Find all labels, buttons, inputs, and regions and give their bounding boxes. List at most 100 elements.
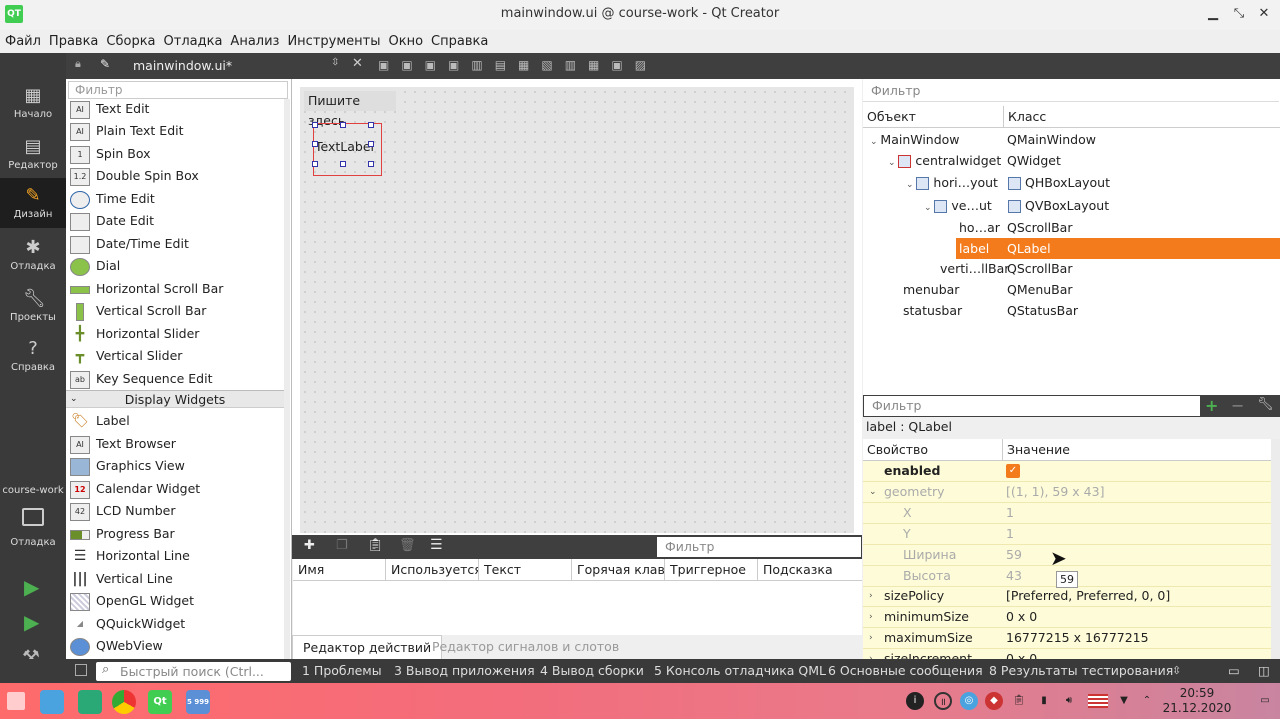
widget-item[interactable]: ☰ Horizontal Line [68, 545, 288, 567]
widget-item[interactable]: Horizontal Scroll Bar [68, 278, 288, 300]
menu-build[interactable]: Сборка [101, 31, 158, 53]
tab-action-editor[interactable]: Редактор действий [292, 635, 443, 659]
restore-icon[interactable]: ⤡ [1231, 6, 1247, 22]
property-row-y[interactable]: Y1 [863, 524, 1271, 545]
form-menu-placeholder[interactable]: Пишите здесь [304, 91, 396, 128]
show-desktop-icon[interactable]: ▭ [1256, 692, 1274, 710]
property-row-minimumsize[interactable]: › minimumSize 0 x 0 [863, 607, 1271, 628]
paste-icon[interactable]: 📋︎ [367, 538, 384, 553]
mode-debug[interactable]: ✱ Отладка [0, 230, 66, 280]
battery-icon[interactable]: ▮ [1035, 692, 1053, 710]
property-row-geometry[interactable]: ⌄ geometry [(1, 1), 59 x 43] [863, 482, 1271, 503]
column-text[interactable]: Текст [479, 559, 572, 580]
property-row-width[interactable]: Ширина 59 [863, 545, 1271, 566]
widget-item[interactable]: Graphics View [68, 455, 288, 477]
widget-item[interactable]: Time Edit [68, 188, 288, 210]
more-panes-icon[interactable]: ⇳ [1172, 659, 1181, 683]
toggle-sidebar-icon[interactable] [75, 664, 87, 676]
minimize-icon[interactable]: ▁ [1205, 6, 1221, 22]
resize-handle[interactable] [340, 122, 346, 128]
widget-item[interactable]: ◢ QQuickWidget [68, 613, 288, 635]
delete-icon[interactable]: 🗑︎ [399, 538, 416, 553]
configure-wrench-icon[interactable]: 🔧︎ [1257, 397, 1274, 412]
messenger-icon[interactable]: 5 999 [186, 690, 210, 714]
clock[interactable]: 20:59 21.12.2020 [1150, 686, 1244, 718]
locator-search-input[interactable]: Быстрый поиск (Ctrl... [96, 662, 291, 681]
tree-row[interactable]: ⌄ ve…ut [924, 195, 992, 216]
column-shortcut[interactable]: Горячая клавиша [572, 559, 665, 580]
mode-design[interactable]: ✎ Дизайн [0, 178, 66, 228]
widget-item[interactable]: 42 LCD Number [68, 500, 288, 522]
tray-notify-icon[interactable]: ◆ [985, 692, 1003, 710]
object-filter-input[interactable]: Фильтр [863, 80, 1279, 102]
tree-row[interactable]: ⌄ MainWindow [870, 129, 960, 150]
tray-info-icon[interactable]: i [906, 692, 924, 710]
file-manager-icon[interactable] [40, 690, 64, 714]
monitor-icon[interactable] [22, 508, 44, 526]
mode-edit[interactable]: ▤ Редактор [0, 129, 66, 179]
column-tooltip[interactable]: Подсказка [758, 559, 862, 580]
tree-row[interactable]: ho…ar [959, 217, 1000, 238]
widget-item[interactable]: Vertical Scroll Bar [68, 300, 288, 322]
property-row-x[interactable]: X1 [863, 503, 1271, 524]
remove-property-icon[interactable]: − [1231, 396, 1244, 415]
menu-window[interactable]: Окно [383, 31, 426, 53]
column-class[interactable]: Класс [1004, 106, 1280, 127]
output-toggle-icon[interactable]: ▭ [1228, 659, 1240, 683]
column-property[interactable]: Свойство [863, 439, 1003, 460]
pane-issues[interactable]: 1 Проблемы [302, 659, 382, 683]
layout-tools[interactable]: ▣▣▣▣▥▤▦▧▥▦▣▨ [378, 58, 678, 74]
widget-filter-input[interactable]: Фильтр [68, 81, 288, 99]
form-canvas[interactable] [300, 87, 854, 533]
widget-item[interactable]: 🏷︎ Label [68, 410, 288, 432]
property-row-maximumsize[interactable]: › maximumSize 16777215 x 16777215 [863, 628, 1271, 649]
widget-item[interactable]: QWebView [68, 635, 288, 657]
pane-compile-output[interactable]: 4 Вывод сборки [540, 659, 644, 683]
qt-creator-icon[interactable]: Qt [148, 690, 172, 714]
resize-handle[interactable] [368, 141, 374, 147]
action-table-body[interactable] [293, 581, 862, 635]
clipboard-icon[interactable]: 📋︎ [1010, 692, 1028, 710]
resize-handle[interactable] [312, 122, 318, 128]
tray-pause-icon[interactable]: ॥ [934, 692, 952, 710]
run-icon[interactable]: ▶ [24, 575, 39, 599]
category-display-widgets[interactable]: ⌄ Display Widgets [66, 390, 284, 408]
widget-item[interactable]: AI Text Browser [68, 433, 288, 455]
tree-row[interactable]: menubar [903, 279, 959, 300]
us-flag-icon[interactable] [1088, 694, 1108, 708]
widget-box-scrollbar[interactable] [284, 99, 290, 659]
widget-item[interactable]: ab Key Sequence Edit [68, 368, 288, 390]
property-row-enabled[interactable]: enabled ✓ [863, 461, 1271, 482]
tree-row[interactable]: verti…llBar [940, 258, 1009, 279]
taskbar-app-icon[interactable] [78, 690, 102, 714]
tray-network-icon[interactable]: ◎ [960, 692, 978, 710]
menu-analyze[interactable]: Анализ [225, 31, 282, 53]
property-row-sizeincrement[interactable]: › sizeIncrement 0 x 0 [863, 649, 1271, 659]
property-filter-input[interactable]: Фильтр [864, 396, 1200, 416]
close-icon[interactable]: ✕ [1256, 6, 1272, 22]
widget-item[interactable]: OpenGL Widget [68, 590, 288, 612]
app-menu-icon[interactable] [7, 692, 25, 710]
widget-item[interactable]: AI Text Edit [68, 98, 288, 120]
menu-help[interactable]: Справка [426, 31, 491, 53]
debug-run-icon[interactable]: ▶ [24, 610, 39, 634]
widget-item[interactable]: Dial [68, 255, 288, 277]
widget-item[interactable]: ||| Vertical Line [68, 568, 288, 590]
tree-row[interactable]: ⌄ hori…yout [906, 172, 998, 193]
chrome-icon[interactable] [112, 690, 136, 714]
widget-item[interactable]: 12 Calendar Widget [68, 478, 288, 500]
tree-row-selected[interactable]: label [959, 238, 989, 259]
action-filter-input[interactable]: Фильтр [657, 537, 861, 557]
combo-arrows-icon[interactable]: ⇳ [331, 57, 339, 68]
view-mode-icon[interactable]: ☰ [430, 537, 443, 553]
widget-item[interactable]: Date/Time Edit [68, 233, 288, 255]
column-name[interactable]: Имя [293, 559, 386, 580]
menu-edit[interactable]: Правка [44, 31, 101, 53]
tab-signal-slot-editor[interactable]: Редактор сигналов и слотов [422, 635, 629, 659]
widget-item[interactable]: ┳ Vertical Slider [68, 345, 288, 367]
menu-debug[interactable]: Отладка [159, 31, 226, 53]
close-document-icon[interactable]: ✕ [352, 56, 363, 71]
mode-help[interactable]: ? Справка [0, 331, 66, 381]
column-object[interactable]: Объект [863, 106, 1004, 127]
add-property-icon[interactable]: + [1205, 396, 1218, 415]
